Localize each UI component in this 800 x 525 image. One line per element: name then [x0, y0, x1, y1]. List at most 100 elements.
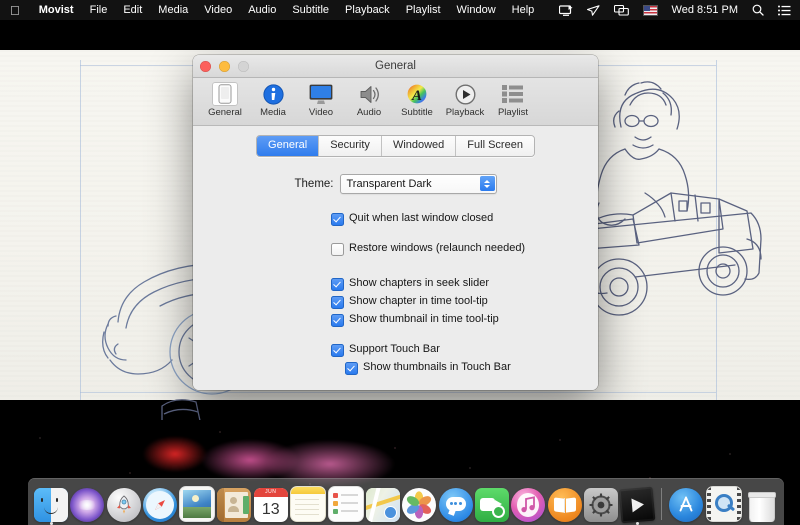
- dock-item-maps[interactable]: [366, 485, 400, 522]
- toolbar-item-playlist[interactable]: Playlist: [490, 81, 536, 118]
- us-flag-icon[interactable]: [636, 5, 665, 16]
- siri-icon: [70, 488, 104, 522]
- checkbox-restore-windows[interactable]: [331, 243, 344, 256]
- checkbox-quit-when-last-window-closed[interactable]: [331, 213, 344, 226]
- window-controls[interactable]: [200, 61, 249, 72]
- up-down-chevron-icon[interactable]: [480, 176, 495, 191]
- checkbox-show-chapter-in-time-tooltip[interactable]: [331, 296, 344, 309]
- menu-item-help[interactable]: Help: [504, 4, 543, 16]
- dock-item-itunes[interactable]: [511, 485, 545, 522]
- label-show-thumbnail-in-time-tooltip: Show thumbnail in time tool-tip: [349, 313, 499, 326]
- dock-separator: [661, 488, 662, 520]
- toolbar-item-video[interactable]: Video: [298, 81, 344, 118]
- checkbox-row-restore-windows[interactable]: Restore windows (relaunch needed): [331, 242, 598, 256]
- dock-item-app-store[interactable]: [669, 485, 703, 522]
- general-icon: [212, 82, 238, 106]
- dock-item-photos[interactable]: [402, 485, 436, 522]
- preferences-toolbar[interactable]: General Media Video Audio: [193, 78, 598, 126]
- dock-item-safari[interactable]: [143, 485, 177, 522]
- dock-item-reminders[interactable]: [328, 485, 364, 522]
- dock-item-calendar[interactable]: JUN 13: [254, 485, 288, 522]
- menu-item-media[interactable]: Media: [150, 4, 196, 16]
- menu-item-video[interactable]: Video: [196, 4, 240, 16]
- label-quit-when-last-window-closed: Quit when last window closed: [349, 212, 493, 225]
- messages-bubble-icon: [439, 488, 473, 522]
- dock-item-trash[interactable]: [744, 485, 778, 522]
- dock[interactable]: JUN 13: [28, 478, 784, 525]
- dock-item-quicktime[interactable]: [706, 485, 742, 522]
- video-display-icon: [308, 82, 334, 106]
- tab-security[interactable]: Security: [319, 136, 382, 156]
- dock-item-contacts[interactable]: [217, 485, 251, 522]
- tab-general[interactable]: General: [257, 136, 319, 156]
- toolbar-label-video: Video: [309, 107, 333, 118]
- menu-item-playback[interactable]: Playback: [337, 4, 398, 16]
- checkbox-row-show-thumbnail-in-time-tooltip[interactable]: Show thumbnail in time tool-tip: [331, 313, 598, 327]
- preferences-window[interactable]: General General Media Video Audio: [193, 55, 598, 390]
- notification-center-icon[interactable]: [771, 5, 800, 16]
- menu-item-playlist[interactable]: Playlist: [398, 4, 449, 16]
- menu-item-file[interactable]: File: [82, 4, 116, 16]
- menu-bar[interactable]:  Movist File Edit Media Video Audio Sub…: [0, 0, 800, 20]
- facetime-camera-icon: [475, 488, 509, 522]
- launchpad-rocket-icon: [107, 488, 141, 522]
- window-title-bar[interactable]: General: [193, 55, 598, 78]
- menu-item-subtitle[interactable]: Subtitle: [284, 4, 337, 16]
- menu-item-audio[interactable]: Audio: [240, 4, 284, 16]
- close-button[interactable]: [200, 61, 211, 72]
- checkbox-row-show-chapter-in-time-tooltip[interactable]: Show chapter in time tool-tip: [331, 295, 598, 309]
- menu-item-window[interactable]: Window: [449, 4, 504, 16]
- label-restore-windows: Restore windows (relaunch needed): [349, 242, 525, 255]
- toolbar-item-audio[interactable]: Audio: [346, 81, 392, 118]
- dock-item-mail[interactable]: [179, 485, 215, 522]
- menu-item-app[interactable]: Movist: [31, 4, 82, 16]
- label-support-touch-bar: Support Touch Bar: [349, 343, 440, 356]
- menu-item-edit[interactable]: Edit: [115, 4, 150, 16]
- spotlight-search-icon[interactable]: [745, 4, 771, 16]
- options-group: Quit when last window closed Restore win…: [193, 212, 598, 375]
- checkbox-row-quit-when-last-window-closed[interactable]: Quit when last window closed: [331, 212, 598, 226]
- photos-pinwheel-icon: [402, 488, 436, 522]
- checkbox-row-support-touch-bar[interactable]: Support Touch Bar: [331, 343, 598, 357]
- dock-item-notes[interactable]: [290, 485, 326, 522]
- reminders-icon: [328, 486, 364, 522]
- dock-item-ibooks[interactable]: [547, 485, 581, 522]
- checkbox-row-show-chapters-in-seek-slider[interactable]: Show chapters in seek slider: [331, 277, 598, 291]
- toolbar-item-general[interactable]: General: [202, 81, 248, 118]
- screen-mirroring-icon[interactable]: [552, 5, 580, 16]
- dock-item-siri[interactable]: [70, 485, 104, 522]
- tab-group[interactable]: General Security Windowed Full Screen: [256, 135, 535, 157]
- tab-windowed[interactable]: Windowed: [382, 136, 456, 156]
- calendar-month: JUN: [254, 488, 288, 497]
- dock-item-system-preferences[interactable]: [584, 485, 618, 522]
- menu-bar-clock[interactable]: Wed 8:51 PM: [665, 4, 745, 16]
- app-store-icon: [669, 488, 703, 522]
- tab-full-screen[interactable]: Full Screen: [456, 136, 534, 156]
- calendar-day: 13: [254, 497, 288, 522]
- system-preferences-gear-icon: [584, 488, 618, 522]
- checkbox-show-thumbnails-in-touch-bar[interactable]: [345, 362, 358, 375]
- tab-bar[interactable]: General Security Windowed Full Screen: [193, 126, 598, 157]
- paper-plane-icon[interactable]: [580, 5, 607, 16]
- dock-item-launchpad[interactable]: [107, 485, 141, 522]
- displays-icon[interactable]: [607, 5, 636, 16]
- window-title: General: [193, 55, 598, 77]
- dock-item-finder[interactable]: [34, 485, 68, 522]
- toolbar-label-playback: Playback: [446, 107, 485, 118]
- toolbar-item-playback[interactable]: Playback: [442, 81, 488, 118]
- toolbar-item-media[interactable]: Media: [250, 81, 296, 118]
- dock-item-messages[interactable]: [439, 485, 473, 522]
- dock-item-movist[interactable]: [620, 485, 654, 522]
- checkbox-support-touch-bar[interactable]: [331, 344, 344, 357]
- audio-speaker-icon: [356, 82, 382, 106]
- checkbox-show-thumbnail-in-time-tooltip[interactable]: [331, 314, 344, 327]
- theme-popup-button[interactable]: Transparent Dark: [340, 174, 497, 194]
- toolbar-label-playlist: Playlist: [498, 107, 528, 118]
- theme-row: Theme: Transparent Dark: [193, 174, 598, 194]
- checkbox-row-show-thumbnails-in-touch-bar[interactable]: Show thumbnails in Touch Bar: [331, 361, 598, 375]
- minimize-button[interactable]: [219, 61, 230, 72]
- apple-logo-icon[interactable]: : [0, 4, 31, 17]
- checkbox-show-chapters-in-seek-slider[interactable]: [331, 278, 344, 291]
- toolbar-item-subtitle[interactable]: A Subtitle: [394, 81, 440, 118]
- dock-item-facetime[interactable]: [475, 485, 509, 522]
